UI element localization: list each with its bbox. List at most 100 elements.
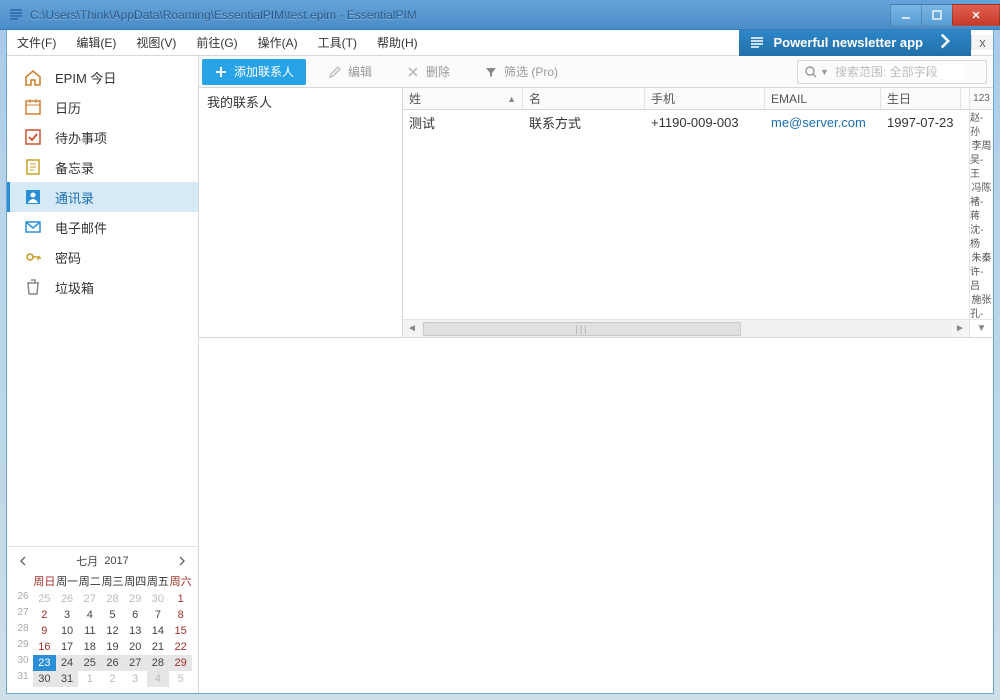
cal-day[interactable]: 19 bbox=[101, 639, 124, 655]
col-given[interactable]: 名 bbox=[523, 88, 645, 109]
cal-day[interactable]: 17 bbox=[56, 639, 79, 655]
cal-day[interactable]: 29 bbox=[124, 591, 147, 607]
cal-prev-button[interactable] bbox=[15, 553, 31, 569]
cal-day[interactable]: 5 bbox=[169, 671, 192, 687]
menu-5[interactable]: 工具(T) bbox=[308, 30, 367, 55]
cell-email[interactable]: me@server.com bbox=[765, 115, 881, 130]
cal-day[interactable]: 15 bbox=[169, 623, 192, 639]
index-letter[interactable]: 冯陈 bbox=[972, 182, 992, 196]
cal-dow: 周二 bbox=[78, 571, 101, 591]
nav-trash[interactable]: 垃圾箱 bbox=[7, 272, 198, 302]
index-letter[interactable]: 朱秦 bbox=[972, 252, 992, 266]
cal-day[interactable]: 16 bbox=[33, 639, 56, 655]
banner-close-button[interactable]: x bbox=[971, 35, 993, 50]
nav-notes[interactable]: 备忘录 bbox=[7, 152, 198, 182]
cal-day[interactable]: 8 bbox=[169, 607, 192, 623]
cal-day[interactable]: 9 bbox=[33, 623, 56, 639]
filter-button[interactable]: 筛选 (Pro) bbox=[472, 59, 570, 85]
index-letter[interactable]: 施张 bbox=[972, 294, 992, 308]
search-box[interactable]: ▼ bbox=[797, 60, 987, 84]
menu-1[interactable]: 编辑(E) bbox=[66, 30, 126, 55]
index-head[interactable]: 123 bbox=[970, 88, 993, 110]
index-letter[interactable]: 孔-严 bbox=[970, 308, 993, 319]
cal-day[interactable]: 30 bbox=[33, 671, 56, 687]
cal-day[interactable]: 24 bbox=[56, 655, 79, 671]
cal-day[interactable]: 25 bbox=[33, 591, 56, 607]
cal-day[interactable]: 7 bbox=[147, 607, 170, 623]
index-letter[interactable]: 吴-王 bbox=[970, 154, 993, 182]
cal-day[interactable]: 25 bbox=[78, 655, 101, 671]
col-birthday[interactable]: 生日 bbox=[881, 88, 961, 109]
col-email[interactable]: EMAIL bbox=[765, 88, 881, 109]
nav-today[interactable]: EPIM 今日 bbox=[7, 62, 198, 92]
cal-day[interactable]: 29 bbox=[169, 655, 192, 671]
table-row[interactable]: 测试联系方式+1190-009-003me@server.com1997-07-… bbox=[403, 110, 969, 134]
nav-passwords[interactable]: 密码 bbox=[7, 242, 198, 272]
menu-0[interactable]: 文件(F) bbox=[7, 30, 66, 55]
cal-day[interactable]: 3 bbox=[124, 671, 147, 687]
cal-day[interactable]: 4 bbox=[147, 671, 170, 687]
cal-day[interactable]: 26 bbox=[56, 591, 79, 607]
add-contact-button[interactable]: 添加联系人 bbox=[202, 59, 306, 85]
cal-day[interactable]: 26 bbox=[101, 655, 124, 671]
cal-week-num: 28 bbox=[13, 623, 33, 639]
cal-day[interactable]: 21 bbox=[147, 639, 170, 655]
cal-dow: 周五 bbox=[147, 571, 170, 591]
cal-day[interactable]: 13 bbox=[124, 623, 147, 639]
menu-2[interactable]: 视图(V) bbox=[126, 30, 186, 55]
cal-day[interactable]: 22 bbox=[169, 639, 192, 655]
cal-day[interactable]: 28 bbox=[147, 655, 170, 671]
delete-button[interactable]: 删除 bbox=[394, 59, 462, 85]
nav-calendar[interactable]: 日历 bbox=[7, 92, 198, 122]
cal-day[interactable]: 11 bbox=[78, 623, 101, 639]
promo-banner[interactable]: Powerful newsletter app bbox=[739, 30, 971, 56]
col-surname[interactable]: 姓▲ bbox=[403, 88, 523, 109]
nav-todo[interactable]: 待办事项 bbox=[7, 122, 198, 152]
index-letter[interactable]: 李周 bbox=[972, 140, 992, 154]
cal-day[interactable]: 20 bbox=[124, 639, 147, 655]
cal-day[interactable]: 6 bbox=[124, 607, 147, 623]
cal-day[interactable]: 1 bbox=[169, 591, 192, 607]
cal-day[interactable]: 2 bbox=[33, 607, 56, 623]
edit-button[interactable]: 编辑 bbox=[316, 59, 384, 85]
cal-day[interactable]: 28 bbox=[101, 591, 124, 607]
cal-day[interactable]: 10 bbox=[56, 623, 79, 639]
nav-contacts[interactable]: 通讯录 bbox=[7, 182, 198, 212]
today-icon bbox=[23, 67, 43, 87]
dropdown-icon[interactable]: ▼ bbox=[820, 67, 829, 77]
window-close-button[interactable] bbox=[952, 4, 1000, 26]
cal-day[interactable]: 5 bbox=[101, 607, 124, 623]
search-input[interactable] bbox=[835, 65, 965, 79]
scroll-right-icon[interactable]: ► bbox=[951, 321, 969, 337]
index-letter[interactable]: 许-吕 bbox=[970, 266, 993, 294]
horizontal-scrollbar[interactable]: ◄ ||| ► bbox=[403, 319, 969, 337]
cal-day[interactable]: 23 bbox=[33, 655, 56, 671]
scroll-left-icon[interactable]: ◄ bbox=[403, 321, 421, 337]
cal-day[interactable]: 3 bbox=[56, 607, 79, 623]
contact-group-tree[interactable]: 我的联系人 bbox=[199, 88, 403, 337]
cal-day[interactable]: 27 bbox=[124, 655, 147, 671]
nav-mail[interactable]: 电子邮件 bbox=[7, 212, 198, 242]
cal-day[interactable]: 31 bbox=[56, 671, 79, 687]
cal-day[interactable]: 1 bbox=[78, 671, 101, 687]
menu-3[interactable]: 前往(G) bbox=[186, 30, 247, 55]
cal-day[interactable]: 12 bbox=[101, 623, 124, 639]
app-frame: 文件(F)编辑(E)视图(V)前往(G)操作(A)工具(T)帮助(H) Powe… bbox=[6, 30, 994, 694]
cal-next-button[interactable] bbox=[174, 553, 190, 569]
col-phone[interactable]: 手机 bbox=[645, 88, 765, 109]
index-letter[interactable]: 沈-杨 bbox=[970, 224, 993, 252]
index-letter[interactable]: 赵-孙 bbox=[970, 112, 993, 140]
window-minimize-button[interactable] bbox=[890, 4, 922, 26]
index-down-icon[interactable]: ▼ bbox=[970, 319, 993, 337]
cal-day[interactable]: 14 bbox=[147, 623, 170, 639]
menu-6[interactable]: 帮助(H) bbox=[367, 30, 428, 55]
index-letter[interactable]: 褚-蒋 bbox=[970, 196, 993, 224]
cal-day[interactable]: 30 bbox=[147, 591, 170, 607]
window-maximize-button[interactable] bbox=[921, 4, 953, 26]
menu-4[interactable]: 操作(A) bbox=[248, 30, 308, 55]
cal-day[interactable]: 27 bbox=[78, 591, 101, 607]
scroll-thumb[interactable]: ||| bbox=[423, 322, 741, 336]
cal-day[interactable]: 4 bbox=[78, 607, 101, 623]
cal-day[interactable]: 18 bbox=[78, 639, 101, 655]
cal-day[interactable]: 2 bbox=[101, 671, 124, 687]
